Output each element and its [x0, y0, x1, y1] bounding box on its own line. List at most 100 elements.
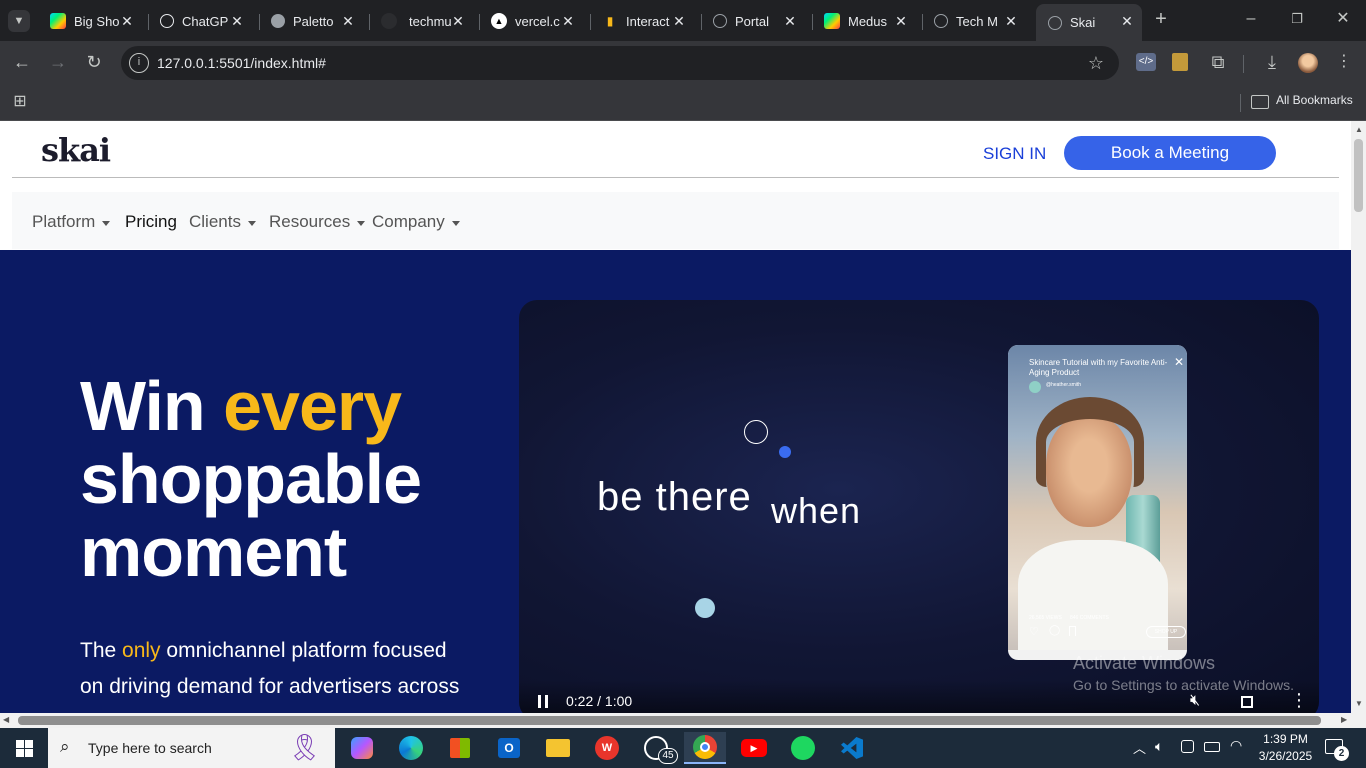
hero-line-2: shoppable [80, 440, 422, 518]
tab-chatgpt[interactable]: ChatGP ✕ [148, 6, 252, 36]
hero-video[interactable]: be there when ✕ Skincare Tutorial with m… [519, 300, 1319, 713]
tab-techmu[interactable]: techmu ✕ [369, 6, 473, 36]
minimize-icon[interactable]: – [1240, 9, 1262, 29]
phone-mockup: ✕ Skincare Tutorial with my Favorite Ant… [1008, 345, 1187, 660]
tab-paletton[interactable]: Paletto ✕ [259, 6, 363, 36]
phone-close-icon[interactable]: ✕ [1174, 355, 1184, 369]
close-window-icon[interactable]: ✕ [1332, 9, 1354, 29]
horizontal-scroll-thumb[interactable] [18, 716, 1321, 725]
web-page: skai SIGN IN Book a Meeting Platform Pri… [0, 121, 1351, 713]
windows-start-icon[interactable] [8, 732, 40, 764]
bookmark-icon[interactable] [1069, 626, 1076, 636]
tab-portal[interactable]: Portal ✕ [701, 6, 805, 36]
phone-title: Skincare Tutorial with my Favorite Anti-… [1029, 358, 1168, 377]
address-bar[interactable]: i 127.0.0.1:5501/index.html# ☆ [121, 46, 1119, 80]
heart-icon[interactable]: ♡ [1029, 625, 1039, 638]
tab-close-icon[interactable]: ✕ [1118, 12, 1136, 30]
comment-icon[interactable]: ◯ [1049, 625, 1060, 636]
vscode-icon[interactable] [836, 732, 868, 764]
tab-search-button[interactable]: ▼ [8, 10, 30, 32]
book-meeting-button[interactable]: Book a Meeting [1064, 136, 1276, 170]
wifi-icon[interactable]: ◠ [1230, 737, 1242, 754]
whatsapp-badge: 45 [658, 748, 678, 764]
tab-close-icon[interactable]: ✕ [670, 12, 688, 30]
youtube-icon[interactable]: ▶ [738, 732, 770, 764]
bookmark-star-icon[interactable]: ☆ [1085, 53, 1107, 73]
forward-icon[interactable]: → [47, 52, 69, 72]
outlook-icon[interactable]: O [493, 732, 525, 764]
clock-date[interactable]: 3/26/2025 [1254, 749, 1317, 763]
tab-big-sho[interactable]: Big Sho ✕ [38, 6, 142, 36]
extensions-puzzle-icon[interactable]: ⧉ [1207, 52, 1229, 72]
tab-close-icon[interactable]: ✕ [228, 12, 246, 30]
tab-close-icon[interactable]: ✕ [118, 12, 136, 30]
tab-tech-m[interactable]: Tech M ✕ [922, 6, 1026, 36]
tab-vercel[interactable]: ▲ vercel.c ✕ [479, 6, 583, 36]
scroll-up-arrow[interactable]: ▲ [1355, 125, 1363, 134]
scroll-down-arrow[interactable]: ▼ [1355, 699, 1363, 708]
tab-interact[interactable]: ▮ Interact ✕ [590, 6, 694, 36]
sign-in-link[interactable]: SIGN IN [983, 144, 1046, 164]
file-explorer-icon[interactable] [542, 732, 574, 764]
caret-down-icon [102, 220, 111, 226]
nav-clients[interactable]: Clients [189, 212, 256, 232]
clock-time[interactable]: 1:39 PM [1258, 732, 1313, 746]
download-icon[interactable]: ⤓ [1261, 52, 1283, 72]
pause-icon[interactable] [538, 695, 548, 708]
site-logo[interactable]: skai [41, 131, 111, 169]
vertical-scrollbar[interactable]: ▲ ▼ [1351, 121, 1366, 713]
edge-icon[interactable] [395, 732, 427, 764]
extension-clipboard-icon[interactable] [1172, 53, 1188, 71]
camera-icon[interactable] [1181, 740, 1194, 753]
nav-resources[interactable]: Resources [269, 212, 366, 232]
caret-down-icon [247, 220, 256, 226]
tab-close-icon[interactable]: ✕ [449, 12, 467, 30]
nav-label: Resources [269, 212, 351, 231]
horizontal-scrollbar[interactable]: ◀ ▶ [0, 713, 1366, 728]
muted-speaker-icon[interactable]: 🔇︎ [1190, 692, 1200, 710]
video-time: 0:22 / 1:00 [566, 693, 633, 709]
tab-skai[interactable]: Skai ✕ [1036, 4, 1142, 41]
new-tab-icon[interactable]: + [1150, 9, 1172, 29]
tab-close-icon[interactable]: ✕ [892, 12, 910, 30]
taskbar-search-box[interactable]: ⌕ Type here to search 🎗︎ [48, 728, 335, 768]
fullscreen-icon[interactable] [1241, 696, 1253, 708]
whatsapp-icon[interactable]: 45 [640, 732, 678, 764]
site-info-icon[interactable]: i [129, 53, 149, 73]
video-ring-decoration [744, 420, 768, 444]
person-hair [1036, 397, 1144, 487]
chrome-icon[interactable] [684, 732, 726, 764]
extension-devtools-icon[interactable]: </> [1136, 53, 1156, 71]
tab-close-icon[interactable]: ✕ [781, 12, 799, 30]
chrome-menu-icon[interactable]: ⋮ [1336, 52, 1352, 72]
globe-icon [934, 14, 948, 28]
tab-close-icon[interactable]: ✕ [1002, 12, 1020, 30]
all-bookmarks-link[interactable]: All Bookmarks [1276, 93, 1353, 107]
awareness-ribbon-icon: 🎗︎ [288, 732, 322, 762]
wps-office-icon[interactable]: W [591, 732, 623, 764]
nav-company[interactable]: Company [372, 212, 460, 232]
back-icon[interactable]: ← [11, 52, 33, 72]
show-hidden-icons[interactable]: ︿ [1133, 738, 1146, 757]
profile-avatar[interactable] [1298, 53, 1318, 73]
tab-close-icon[interactable]: ✕ [559, 12, 577, 30]
vertical-scroll-thumb[interactable] [1354, 139, 1363, 212]
nav-platform[interactable]: Platform [32, 212, 111, 232]
tab-medusa[interactable]: Medus ✕ [812, 6, 916, 36]
scroll-left-arrow[interactable]: ◀ [3, 715, 9, 724]
nav-pricing[interactable]: Pricing [125, 212, 177, 232]
apps-grid-icon[interactable]: ⊞ [10, 92, 30, 112]
copilot-icon[interactable] [346, 732, 378, 764]
scroll-right-arrow[interactable]: ▶ [1341, 715, 1347, 724]
tab-close-icon[interactable]: ✕ [339, 12, 357, 30]
battery-icon[interactable] [1204, 742, 1220, 752]
volume-icon[interactable]: 🔈︎ [1155, 738, 1163, 755]
microsoft-store-icon[interactable] [444, 732, 476, 764]
video-more-icon[interactable]: ⋮ [1290, 690, 1308, 711]
hero-word-every: every [223, 367, 402, 445]
restore-icon[interactable]: ❐ [1286, 9, 1308, 29]
reload-icon[interactable]: ↻ [83, 52, 105, 72]
spotify-icon[interactable] [787, 732, 819, 764]
phone-cta-button[interactable]: SHOP UP [1146, 626, 1186, 638]
url-text[interactable]: 127.0.0.1:5501/index.html# [157, 55, 326, 71]
